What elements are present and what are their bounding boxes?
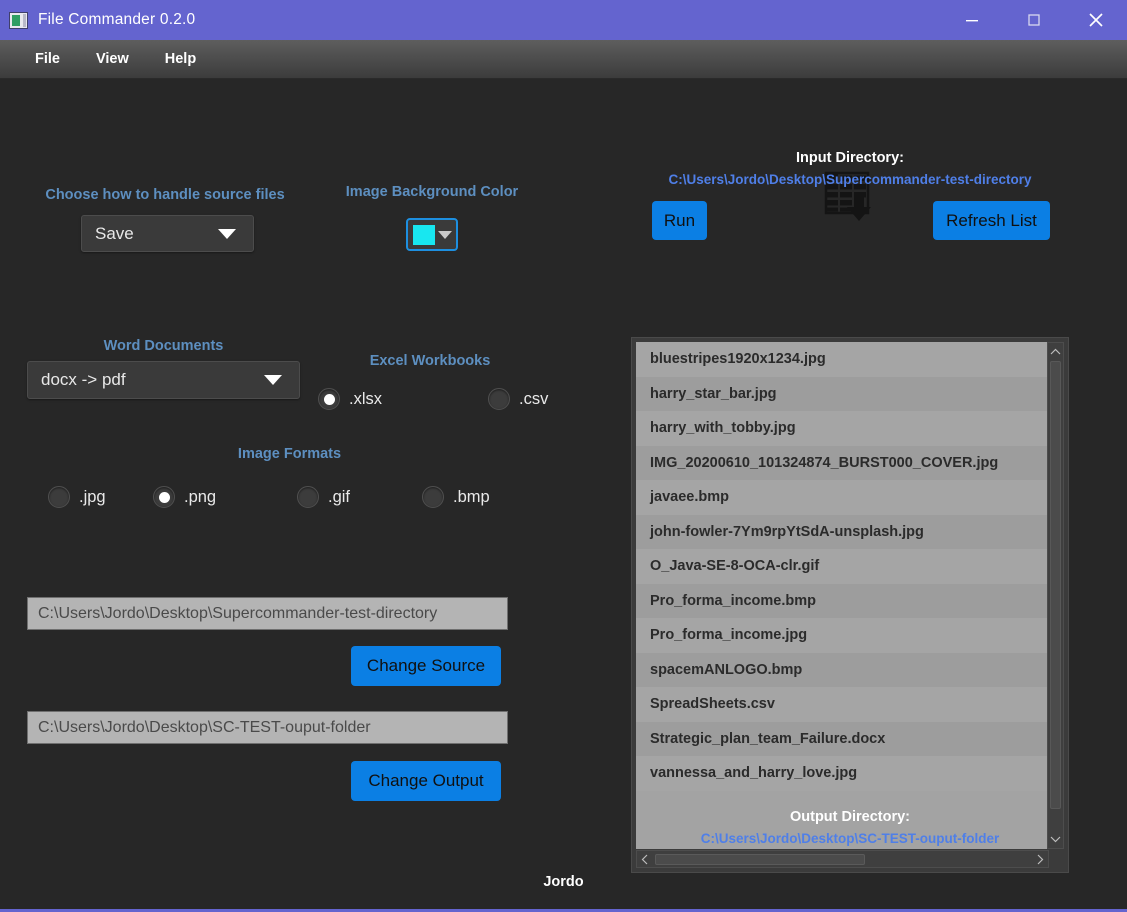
radio-xlsx[interactable] <box>318 388 340 410</box>
input-directory-title: Input Directory: <box>631 150 1069 166</box>
file-list-item[interactable]: IMG_20200610_101324874_BURST000_COVER.jp… <box>636 446 1049 481</box>
excel-workbooks-label: Excel Workbooks <box>369 353 491 369</box>
horizontal-scrollbar[interactable] <box>636 850 1049 868</box>
image-background-color-button[interactable] <box>406 218 458 251</box>
radio-label-jpg: .jpg <box>79 488 106 507</box>
radio-label-bmp: .bmp <box>453 488 490 507</box>
footer-author: Jordo <box>0 874 1127 890</box>
image-formats-label: Image Formats <box>234 446 345 462</box>
scroll-up-icon[interactable] <box>1048 344 1063 360</box>
radio-csv[interactable] <box>488 388 510 410</box>
radio-gif[interactable] <box>297 486 319 508</box>
excel-option-xlsx[interactable]: .xlsx <box>318 388 382 410</box>
file-list-item[interactable]: Strategic_plan_team_Failure.docx <box>636 722 1049 757</box>
workspace: Choose how to handle source files Save I… <box>0 79 1127 912</box>
image-option-gif[interactable]: .gif <box>297 486 350 508</box>
word-documents-dropdown[interactable]: docx -> pdf <box>27 361 300 399</box>
image-option-jpg[interactable]: .jpg <box>48 486 106 508</box>
file-list-item[interactable]: john-fowler-7Ym9rpYtSdA-unsplash.jpg <box>636 515 1049 550</box>
refresh-list-button[interactable]: Refresh List <box>933 201 1050 240</box>
window-controls <box>941 0 1127 40</box>
source-handling-label: Choose how to handle source files <box>43 187 287 203</box>
output-path-field[interactable]: C:\Users\Jordo\Desktop\SC-TEST-ouput-fol… <box>27 711 508 744</box>
change-output-button[interactable]: Change Output <box>351 761 501 801</box>
close-button[interactable] <box>1065 0 1127 40</box>
title-bar: File Commander 0.2.0 <box>0 0 1127 40</box>
radio-label-gif: .gif <box>328 488 350 507</box>
window-title: File Commander 0.2.0 <box>38 11 195 29</box>
vertical-scroll-thumb[interactable] <box>1050 361 1061 809</box>
radio-bmp[interactable] <box>422 486 444 508</box>
menu-bar: File View Help <box>0 40 1127 79</box>
output-directory-path: C:\Users\Jordo\Desktop\SC-TEST-ouput-fol… <box>631 831 1069 846</box>
radio-label-png: .png <box>184 488 216 507</box>
word-documents-label: Word Documents <box>100 338 227 354</box>
run-button[interactable]: Run <box>652 201 707 240</box>
source-path-field[interactable]: C:\Users\Jordo\Desktop\Supercommander-te… <box>27 597 508 630</box>
radio-png[interactable] <box>153 486 175 508</box>
radio-jpg[interactable] <box>48 486 70 508</box>
scroll-right-icon[interactable] <box>1032 851 1048 867</box>
file-list-box: bluestripes1920x1234.jpgharry_star_bar.j… <box>631 337 1069 873</box>
app-window-icon <box>9 12 28 29</box>
radio-label-xlsx: .xlsx <box>349 390 382 409</box>
change-source-button[interactable]: Change Source <box>351 646 501 686</box>
file-list-item[interactable]: harry_with_tobby.jpg <box>636 411 1049 446</box>
file-list-item[interactable]: Pro_forma_income.jpg <box>636 618 1049 653</box>
menu-item-view[interactable]: View <box>86 47 139 71</box>
file-list-item[interactable]: spacemANLOGO.bmp <box>636 653 1049 688</box>
word-documents-value: docx -> pdf <box>28 370 264 390</box>
file-list[interactable]: bluestripes1920x1234.jpgharry_star_bar.j… <box>636 342 1049 849</box>
radio-label-csv: .csv <box>519 390 548 409</box>
image-option-png[interactable]: .png <box>153 486 216 508</box>
chevron-down-icon <box>438 231 452 239</box>
file-list-item[interactable]: O_Java-SE-8-OCA-clr.gif <box>636 549 1049 584</box>
file-list-item[interactable]: harry_star_bar.jpg <box>636 377 1049 412</box>
chevron-down-icon <box>218 229 236 239</box>
source-handling-value: Save <box>82 224 218 244</box>
file-list-item[interactable]: javaee.bmp <box>636 480 1049 515</box>
maximize-button[interactable] <box>1003 0 1065 40</box>
menu-item-help[interactable]: Help <box>155 47 206 71</box>
horizontal-scroll-thumb[interactable] <box>655 854 865 865</box>
file-list-item[interactable]: SpreadSheets.csv <box>636 687 1049 722</box>
image-background-color-label: Image Background Color <box>344 184 520 200</box>
source-handling-dropdown[interactable]: Save <box>81 215 254 252</box>
excel-option-csv[interactable]: .csv <box>488 388 548 410</box>
minimize-button[interactable] <box>941 0 1003 40</box>
chevron-down-icon <box>264 375 282 385</box>
menu-item-file[interactable]: File <box>25 47 70 71</box>
output-directory-title: Output Directory: <box>631 809 1069 825</box>
scroll-left-icon[interactable] <box>637 851 653 867</box>
file-list-item[interactable]: bluestripes1920x1234.jpg <box>636 342 1049 377</box>
file-list-item[interactable]: Pro_forma_income.bmp <box>636 584 1049 619</box>
image-option-bmp[interactable]: .bmp <box>422 486 490 508</box>
color-swatch <box>413 225 435 245</box>
vertical-scrollbar[interactable] <box>1047 342 1064 849</box>
file-list-item[interactable]: vannessa_and_harry_love.jpg <box>636 756 1049 791</box>
input-directory-path: C:\Users\Jordo\Desktop\Supercommander-te… <box>631 172 1069 187</box>
